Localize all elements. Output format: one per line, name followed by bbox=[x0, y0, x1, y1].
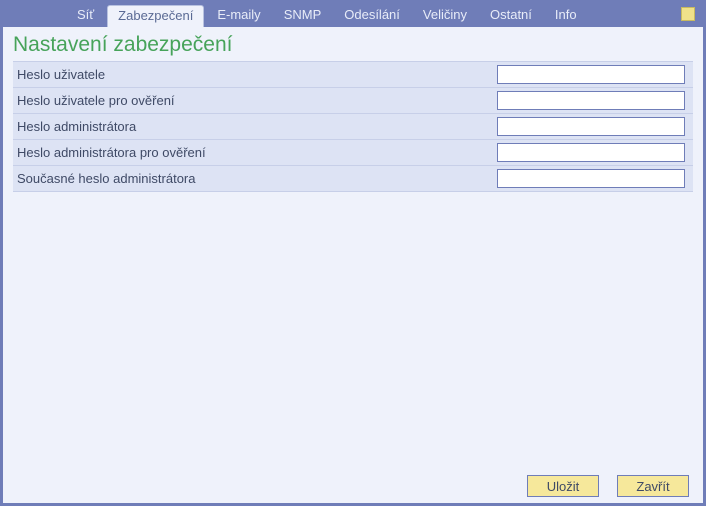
settings-window: SíťZabezpečeníE-mailySNMPOdesíláníVeliči… bbox=[0, 0, 706, 506]
current-admin-password-label: Současné heslo administrátora bbox=[13, 171, 497, 186]
tab-veliciny[interactable]: Veličiny bbox=[413, 3, 477, 27]
user-password-label: Heslo uživatele bbox=[13, 67, 497, 82]
form-row-current-admin-password: Současné heslo administrátora bbox=[13, 166, 693, 192]
tab-info[interactable]: Info bbox=[545, 3, 587, 27]
tab-emaily[interactable]: E-maily bbox=[207, 3, 270, 27]
form-row-user-password: Heslo uživatele bbox=[13, 62, 693, 88]
admin-password-input[interactable] bbox=[497, 117, 685, 136]
corner-indicator bbox=[681, 7, 695, 21]
tab-bar: SíťZabezpečeníE-mailySNMPOdesíláníVeliči… bbox=[3, 3, 703, 27]
form: Heslo uživatele Heslo uživatele pro ověře… bbox=[13, 61, 693, 192]
form-row-user-password-confirm: Heslo uživatele pro ověření bbox=[13, 88, 693, 114]
current-admin-password-input[interactable] bbox=[497, 169, 685, 188]
admin-password-confirm-label: Heslo administrátora pro ověření bbox=[13, 145, 497, 160]
save-button[interactable]: Uložit bbox=[527, 475, 599, 497]
content-area: Nastavení zabezpečení Heslo uživateleHes… bbox=[3, 27, 703, 469]
form-row-admin-password-confirm: Heslo administrátora pro ověření bbox=[13, 140, 693, 166]
close-button[interactable]: Zavřít bbox=[617, 475, 689, 497]
footer: Uložit Zavřít bbox=[3, 469, 703, 503]
tab-sit[interactable]: Síť bbox=[67, 3, 104, 27]
tab-ostatni[interactable]: Ostatní bbox=[480, 3, 542, 27]
admin-password-confirm-input[interactable] bbox=[497, 143, 685, 162]
user-password-input[interactable] bbox=[497, 65, 685, 84]
tab-snmp[interactable]: SNMP bbox=[274, 3, 332, 27]
tab-odesilani[interactable]: Odesílání bbox=[334, 3, 410, 27]
form-row-admin-password: Heslo administrátora bbox=[13, 114, 693, 140]
user-password-confirm-input[interactable] bbox=[497, 91, 685, 110]
user-password-confirm-label: Heslo uživatele pro ověření bbox=[13, 93, 497, 108]
tab-zabezpeceni[interactable]: Zabezpečení bbox=[107, 5, 204, 27]
admin-password-label: Heslo administrátora bbox=[13, 119, 497, 134]
page-title: Nastavení zabezpečení bbox=[13, 33, 693, 57]
